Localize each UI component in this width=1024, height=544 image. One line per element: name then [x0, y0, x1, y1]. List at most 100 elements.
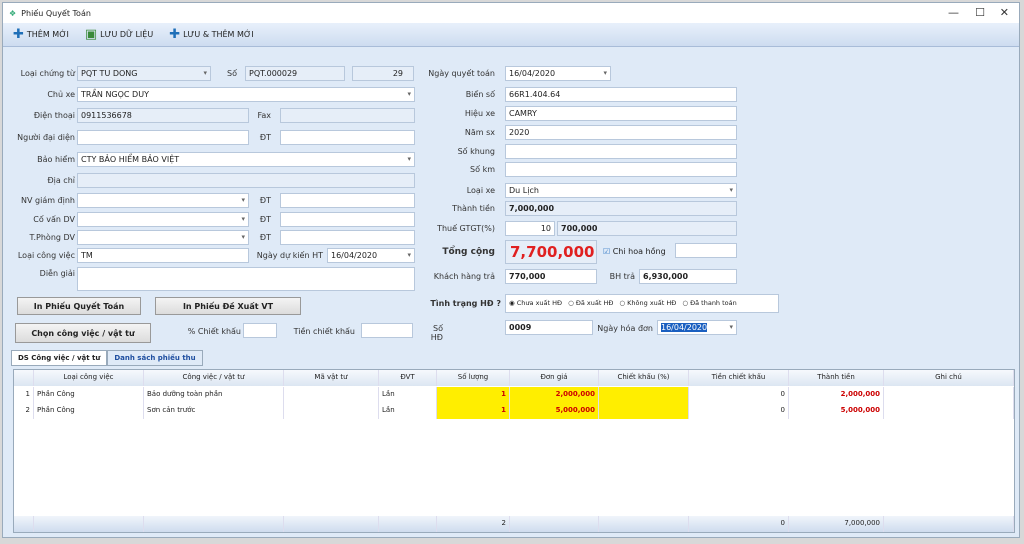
insurance-pays-field[interactable]: 6,930,000 — [639, 269, 737, 284]
dept-head-phone-field[interactable] — [280, 230, 415, 245]
insurance-select[interactable]: CTY BẢO HIỂM BẢO VIỆT — [77, 152, 415, 167]
cell-sl[interactable]: 1 — [437, 387, 510, 403]
cell-gc[interactable] — [884, 387, 1014, 403]
cell-cv[interactable]: Sơn cản trước — [144, 403, 284, 419]
label: Cố vấn DV — [33, 215, 75, 224]
radio-issued[interactable]: ○ Đã xuất HĐ — [568, 299, 613, 310]
fax-field[interactable] — [280, 108, 415, 123]
column-header[interactable]: Tiền chiết khấu — [689, 370, 789, 386]
app-icon: ❖ — [9, 8, 17, 18]
save-button[interactable]: ▣ LƯU DỮ LIỆU — [81, 25, 157, 44]
column-header[interactable]: ĐVT — [379, 370, 437, 386]
phone-field[interactable]: 0911536678 — [77, 108, 249, 123]
owner-select[interactable]: TRẦN NGỌC DUY — [77, 87, 415, 102]
plate-field[interactable]: 66R1.404.64 — [505, 87, 737, 102]
dept-head-select[interactable] — [77, 230, 249, 245]
voucher-type-select[interactable]: PQT TU DONG — [77, 66, 211, 81]
column-header[interactable]: Số lượng — [437, 370, 510, 386]
tab-work-list[interactable]: DS Công việc / vật tư — [11, 350, 108, 366]
cell-sl[interactable]: 1 — [437, 403, 510, 419]
close-button[interactable]: ✕ — [1000, 6, 1009, 19]
settlement-date-picker[interactable]: 16/04/2020 — [505, 66, 611, 81]
cell-dvt[interactable]: Lần — [379, 403, 437, 419]
column-header[interactable]: Công việc / vật tư — [144, 370, 284, 386]
customer-pays-field[interactable]: 770,000 — [505, 269, 597, 284]
subtotal-field: 7,000,000 — [505, 201, 737, 216]
radio-not-issued[interactable]: ◉ Chưa xuất HĐ — [509, 299, 562, 310]
assessor-select[interactable] — [77, 193, 249, 208]
minimize-button[interactable]: — — [948, 6, 959, 19]
save-label: LƯU DỮ LIỆU — [100, 30, 154, 39]
window-title: Phiếu Quyết Toán — [21, 8, 91, 18]
checkbox-icon: ☑ — [603, 247, 611, 256]
label: Thuế GTGT(%) — [437, 224, 495, 233]
print-settlement-button[interactable]: In Phiếu Quyết Toán — [17, 297, 141, 315]
total-field: 7,700,000 — [505, 240, 597, 264]
cell-ck[interactable] — [599, 403, 689, 419]
advisor-phone-field[interactable] — [280, 212, 415, 227]
cell-loai[interactable]: Phần Công — [34, 403, 144, 419]
invoice-date-picker[interactable]: 16/04/2020 — [657, 320, 737, 335]
label: % Chiết khấu — [187, 327, 241, 336]
column-header[interactable]: Chiết khấu (%) — [599, 370, 689, 386]
print-material-request-button[interactable]: In Phiếu Đề Xuất VT — [155, 297, 301, 315]
discount-amount-field[interactable] — [361, 323, 413, 338]
advisor-select[interactable] — [77, 212, 249, 227]
grid-footer: 2 0 7,000,000 — [14, 516, 1014, 532]
cell-tck[interactable]: 0 — [689, 403, 789, 419]
save-and-new-button[interactable]: ✚ LƯU & THÊM MỚI — [165, 25, 257, 44]
choose-work-button[interactable]: Chọn công việc / vật tư — [15, 323, 151, 343]
cell-dg[interactable]: 2,000,000 — [510, 387, 599, 403]
plus-icon: ✚ — [13, 27, 24, 42]
column-header[interactable]: Mã vật tư — [284, 370, 379, 386]
label: ĐT — [259, 233, 271, 242]
cell-dvt[interactable]: Lần — [379, 387, 437, 403]
label: Chủ xe — [47, 90, 75, 99]
year-field[interactable]: 2020 — [505, 125, 737, 140]
commission-checkbox[interactable]: ☑ Chi hoa hồng — [603, 247, 666, 256]
row-header-corner — [14, 370, 34, 386]
work-type-field[interactable]: TM — [77, 248, 249, 263]
cell-cv[interactable]: Bảo dưỡng toàn phần — [144, 387, 284, 403]
add-new-button[interactable]: ✚ THÊM MỚI — [9, 25, 73, 44]
representative-phone-field[interactable] — [280, 130, 415, 145]
tab-receipts[interactable]: Danh sách phiếu thu — [107, 350, 203, 366]
column-header[interactable]: Ghi chú — [884, 370, 1014, 386]
km-field[interactable] — [505, 162, 737, 177]
chassis-field[interactable] — [505, 144, 737, 159]
column-header[interactable]: Thành tiền — [789, 370, 884, 386]
cell-ma[interactable] — [284, 387, 379, 403]
radio-paid[interactable]: ○ Đã thanh toán — [682, 299, 736, 310]
discount-percent-field[interactable] — [243, 323, 277, 338]
radio-label: Đã thanh toán — [690, 299, 737, 307]
cell-tt[interactable]: 2,000,000 — [789, 387, 884, 403]
commission-field[interactable] — [675, 243, 737, 258]
grid-header: Loại công việc Công việc / vật tư Mã vật t… — [14, 370, 1014, 386]
cell-gc[interactable] — [884, 403, 1014, 419]
cell-dg[interactable]: 5,000,000 — [510, 403, 599, 419]
car-model-field[interactable]: CAMRY — [505, 106, 737, 121]
invoice-number-field[interactable]: 0009 — [505, 320, 593, 335]
representative-field[interactable] — [77, 130, 249, 145]
cell-loai[interactable]: Phần Công — [34, 387, 144, 403]
footer-cell — [34, 516, 144, 532]
vat-percent-field[interactable]: 10 — [505, 221, 555, 236]
row-number[interactable]: 1 — [14, 387, 34, 403]
column-header[interactable]: Đơn giá — [510, 370, 599, 386]
column-header[interactable]: Loại công việc — [34, 370, 144, 386]
car-type-select[interactable]: Du Lịch — [505, 183, 737, 198]
add-new-label: THÊM MỚI — [26, 30, 69, 39]
cell-ck[interactable] — [599, 387, 689, 403]
cell-ma[interactable] — [284, 403, 379, 419]
voucher-number-field[interactable]: PQT.000029 — [245, 66, 345, 81]
cell-tt[interactable]: 5,000,000 — [789, 403, 884, 419]
row-number[interactable]: 2 — [14, 403, 34, 419]
address-field[interactable] — [77, 173, 415, 188]
radio-no-invoice[interactable]: ○ Không xuất HĐ — [619, 299, 676, 310]
assessor-phone-field[interactable] — [280, 193, 415, 208]
voucher-seq-stepper[interactable]: 29 — [352, 66, 414, 81]
cell-tck[interactable]: 0 — [689, 387, 789, 403]
maximize-button[interactable]: ☐ — [975, 6, 985, 19]
description-textarea[interactable] — [77, 267, 415, 291]
expected-date-picker[interactable]: 16/04/2020 — [327, 248, 415, 263]
